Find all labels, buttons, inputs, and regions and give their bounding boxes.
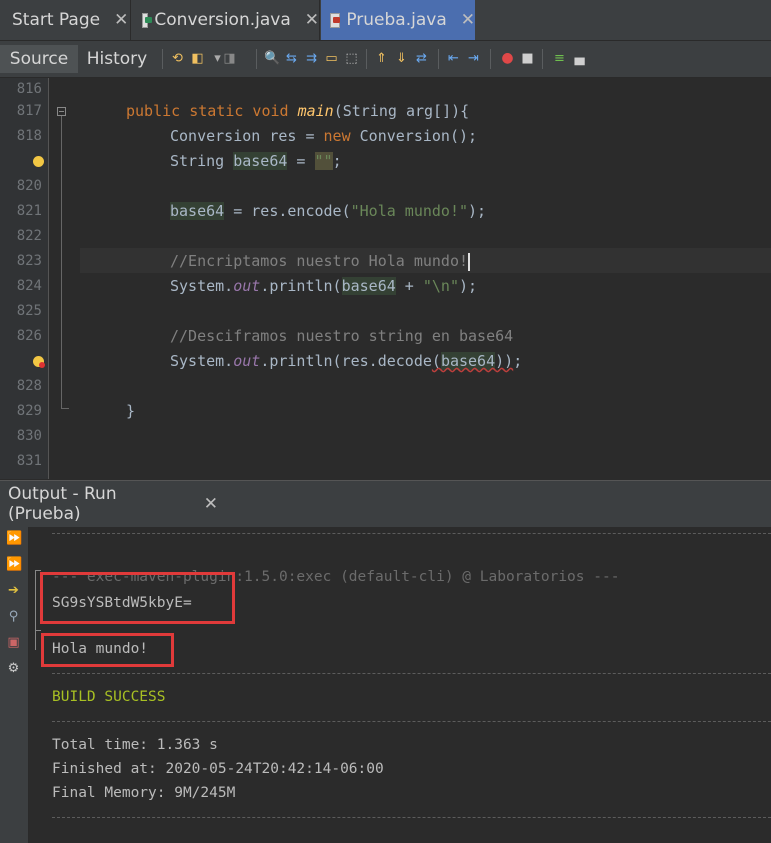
editor-toolbar: Source History ⟲ ◧ ▾ ◨ 🔍 ⇆ ⇉ ▭ ⬚ ⇑ ⇓ ⇄ ⇤… bbox=[0, 41, 771, 78]
separator-line bbox=[52, 817, 771, 818]
code-line-817: public static void main(String arg[]){ bbox=[126, 102, 470, 120]
line-number: 822 bbox=[16, 228, 42, 244]
lightbulb-hint-icon[interactable] bbox=[33, 156, 44, 167]
highlight-box-decoded bbox=[41, 633, 174, 667]
line-number: 824 bbox=[16, 278, 42, 294]
output-side-toolbar: ⏩ ⏩ ➔ ⚲ ▣ ⚙ bbox=[0, 527, 29, 843]
close-icon[interactable]: ✕ bbox=[204, 494, 218, 514]
tab-prueba-java[interactable]: Prueba.java ✕ bbox=[321, 0, 475, 40]
highlight-box-encoded bbox=[40, 572, 235, 624]
stop-macro-icon[interactable]: ■ bbox=[520, 51, 535, 66]
java-file-icon bbox=[330, 12, 341, 28]
history-tab-button[interactable]: History bbox=[80, 45, 154, 73]
find-next-icon[interactable]: ⇉ bbox=[304, 51, 319, 66]
code-line-827: System.out.println(res.decode(base64)); bbox=[170, 352, 523, 370]
output-console[interactable]: --- exec-maven-plugin:1.5.0:exec (defaul… bbox=[29, 527, 771, 843]
toggle-bookmark-icon[interactable]: ⇄ bbox=[414, 51, 429, 66]
next-bookmark-icon[interactable]: ⇓ bbox=[394, 51, 409, 66]
line-number: 830 bbox=[16, 428, 42, 444]
shift-right-icon[interactable]: ⇥ bbox=[466, 51, 481, 66]
line-number: 820 bbox=[16, 178, 42, 194]
toolbar-separator bbox=[542, 49, 543, 69]
line-number: 829 bbox=[16, 403, 42, 419]
rerun-with-options-icon[interactable]: ⏩ bbox=[6, 557, 22, 572]
tab-start-page[interactable]: Start Page ✕ bbox=[0, 0, 131, 40]
toolbar-separator bbox=[438, 49, 439, 69]
editor-tab-bar: Start Page ✕ Conversion.java ✕ Prueba.ja… bbox=[0, 0, 771, 41]
line-number: 817 bbox=[16, 103, 42, 119]
rerun-icon[interactable]: ⏩ bbox=[6, 531, 22, 546]
find-selection-icon[interactable]: ▭ bbox=[324, 51, 339, 66]
line-number: 825 bbox=[16, 303, 42, 319]
code-line-826: //Desciframos nuestro string en base64 bbox=[170, 327, 514, 345]
code-line-819: String base64 = ""; bbox=[170, 152, 342, 170]
separator-line bbox=[52, 673, 771, 674]
last-edit-icon[interactable]: ⟲ bbox=[170, 51, 185, 66]
fold-toggle-icon[interactable] bbox=[57, 107, 66, 116]
final-memory: Final Memory: 9M/245M bbox=[52, 785, 236, 801]
code-line-823: //Encriptamos nuestro Hola mundo! bbox=[170, 252, 471, 271]
toolbar-separator bbox=[162, 49, 163, 69]
inspect-icon[interactable]: ⚲ bbox=[6, 609, 21, 624]
uncomment-icon[interactable]: ▄ bbox=[572, 51, 587, 66]
source-tab-button[interactable]: Source bbox=[0, 45, 78, 73]
close-icon[interactable]: ✕ bbox=[114, 10, 128, 30]
find-previous-icon[interactable]: ⇆ bbox=[284, 51, 299, 66]
close-icon[interactable]: ✕ bbox=[305, 10, 319, 30]
comment-icon[interactable]: ≡ bbox=[552, 51, 567, 66]
java-file-icon bbox=[142, 12, 153, 28]
code-line-824: System.out.println(base64 + "\n"); bbox=[170, 277, 478, 295]
line-number: 821 bbox=[16, 203, 42, 219]
record-macro-icon[interactable]: ● bbox=[500, 51, 515, 66]
toolbar-separator bbox=[256, 49, 257, 69]
tab-label: Output - Run (Prueba) bbox=[8, 484, 117, 524]
separator-line bbox=[52, 533, 771, 534]
tab-label: Start Page bbox=[12, 10, 101, 30]
toolbar-separator bbox=[366, 49, 367, 69]
code-line-818: Conversion res = new Conversion(); bbox=[170, 127, 478, 145]
code-line-829: } bbox=[126, 402, 136, 420]
line-number: 826 bbox=[16, 328, 42, 344]
text-caret bbox=[468, 252, 471, 271]
code-line-821: base64 = res.encode("Hola mundo!"); bbox=[170, 202, 487, 220]
shift-left-icon[interactable]: ⇤ bbox=[446, 51, 461, 66]
line-number-gutter: 816 817 818 820 821 822 823 824 825 826 … bbox=[0, 78, 49, 479]
toolbar-separator bbox=[490, 49, 491, 69]
line-number: 818 bbox=[16, 128, 42, 144]
finished-at: Finished at: 2020-05-24T20:42:14-06:00 bbox=[52, 761, 384, 777]
separator-line bbox=[52, 721, 771, 722]
code-editor[interactable]: 816 817 818 820 821 822 823 824 825 826 … bbox=[0, 78, 771, 479]
line-number: 831 bbox=[16, 453, 42, 469]
toggle-highlight-icon[interactable]: ⬚ bbox=[344, 51, 359, 66]
output-panel-header: Output - Run (Prueba) ✕ bbox=[0, 480, 771, 528]
build-status: BUILD SUCCESS bbox=[52, 689, 166, 705]
clear-icon[interactable]: ▣ bbox=[6, 635, 21, 650]
line-number: 828 bbox=[16, 378, 42, 394]
fold-column bbox=[49, 78, 79, 479]
settings-icon[interactable]: ⚙ bbox=[6, 661, 21, 676]
close-icon[interactable]: ✕ bbox=[461, 10, 475, 30]
back-icon[interactable]: ◧ bbox=[190, 51, 205, 66]
previous-bookmark-icon[interactable]: ⇑ bbox=[374, 51, 389, 66]
forward-icon[interactable]: ◨ bbox=[222, 51, 237, 66]
tab-label: Prueba.java bbox=[346, 10, 447, 30]
tab-conversion-java[interactable]: Conversion.java ✕ bbox=[132, 0, 320, 40]
fold-guide-end bbox=[61, 408, 69, 409]
tab-output-run[interactable]: Output - Run (Prueba) ✕ bbox=[0, 484, 218, 524]
find-icon[interactable]: 🔍 bbox=[264, 51, 280, 66]
fold-guide bbox=[61, 116, 62, 408]
tab-label: Conversion.java bbox=[154, 10, 291, 30]
error-hint-icon[interactable] bbox=[33, 356, 45, 368]
line-number: 823 bbox=[16, 253, 42, 269]
total-time: Total time: 1.363 s bbox=[52, 737, 218, 753]
stop-arrow-icon[interactable]: ➔ bbox=[6, 583, 21, 598]
